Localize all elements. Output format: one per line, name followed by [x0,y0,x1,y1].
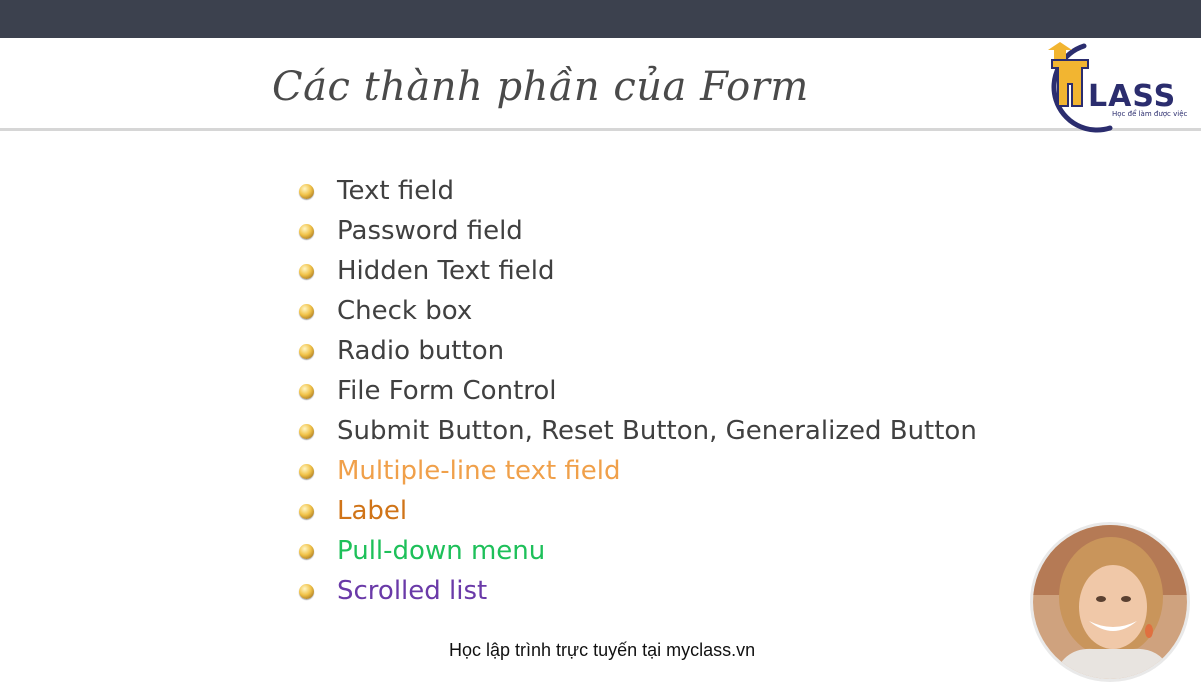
form-elements-list: Text field Password field Hidden Text fi… [299,171,977,611]
list-item-label: Hidden Text field [337,256,555,286]
list-item-label: Text field [337,176,454,206]
slide-title: Các thành phần của Form [272,64,809,110]
presenter-photo-icon [1033,525,1187,679]
list-item: Label [299,491,977,531]
presenter-webcam-avatar [1030,522,1190,682]
bullet-icon [299,263,314,279]
list-item-label: Password field [337,216,523,246]
list-item: Scrolled list [299,571,977,611]
bullet-icon [299,343,314,359]
list-item: Hidden Text field [299,251,977,291]
list-item: Pull-down menu [299,531,977,571]
bullet-icon [299,223,314,239]
bullet-icon [299,463,314,479]
list-item: Text field [299,171,977,211]
list-item: Password field [299,211,977,251]
list-item: Check box [299,291,977,331]
list-item-label: Submit Button, Reset Button, Generalized… [337,416,977,446]
bullet-icon [299,503,314,519]
list-item-label: File Form Control [337,376,557,406]
footer-text: Học lập trình trực tuyến tại myclass.vn [449,640,756,660]
list-item: Radio button [299,331,977,371]
logo-brand-text: LASS [1088,79,1176,114]
bullet-icon [299,303,314,319]
bullet-icon [299,423,314,439]
list-item-label: Check box [337,296,473,326]
bullet-icon [299,183,314,199]
bullet-icon [299,543,314,559]
top-bar [0,0,1201,38]
list-item: File Form Control [299,371,977,411]
myclass-logo: LASS Học để làm được việc [1048,42,1188,133]
list-item-label: Pull-down menu [337,536,546,566]
list-item: Multiple-line text field [299,451,977,491]
logo-tagline-text: Học để làm được việc [1112,109,1188,118]
title-divider [0,128,1201,131]
bullet-icon [299,383,314,399]
bullet-icon [299,583,314,599]
list-item-label: Radio button [337,336,505,366]
list-item-label: Multiple-line text field [337,456,621,486]
list-item-label: Scrolled list [337,576,488,606]
list-item-label: Label [337,496,408,526]
list-item: Submit Button, Reset Button, Generalized… [299,411,977,451]
